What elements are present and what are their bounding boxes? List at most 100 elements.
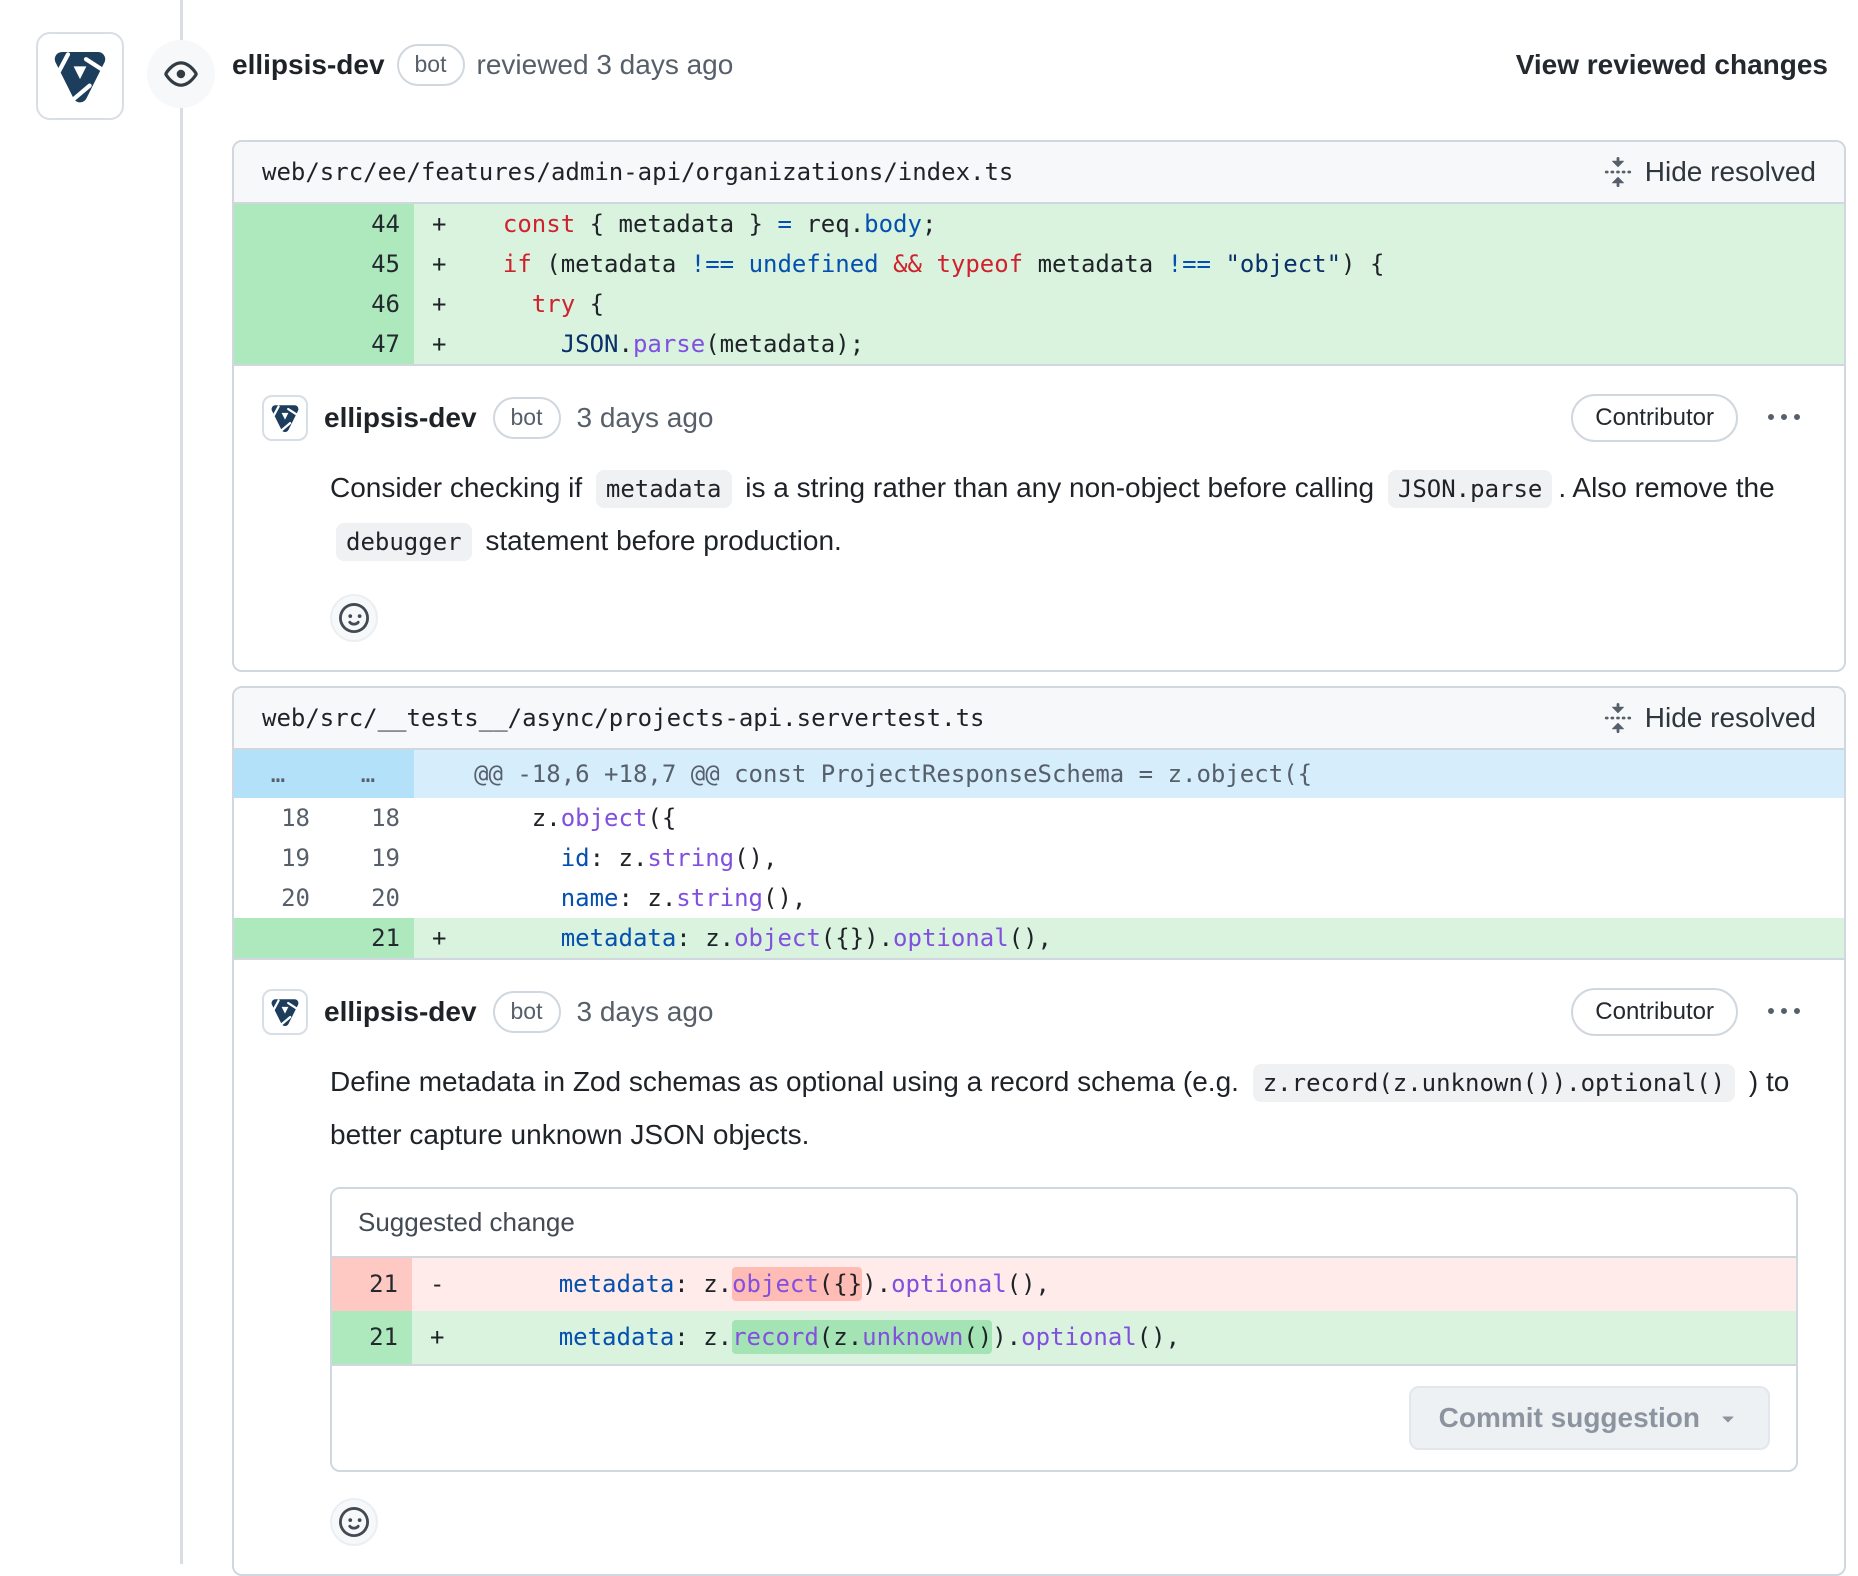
kebab-horizontal-icon	[1768, 402, 1800, 434]
comment-text: Define metadata in Zod schemas as option…	[330, 1066, 1247, 1097]
line-number[interactable]: 44	[324, 204, 414, 244]
comment-timestamp[interactable]: 3 days ago	[577, 402, 714, 434]
line-number[interactable]	[234, 204, 324, 244]
code-line: const { metadata } = req.body;	[474, 204, 1844, 244]
add-reaction-button[interactable]	[330, 1498, 378, 1546]
code-token: (),	[1137, 1323, 1180, 1351]
code-line: id: z.string(),	[474, 838, 1844, 878]
code-line: z.object({	[474, 798, 1844, 838]
code-token: undefined	[749, 250, 879, 278]
code-token: !==	[1168, 250, 1211, 278]
code-token: object	[734, 924, 821, 952]
hide-resolved-label: Hide resolved	[1645, 702, 1816, 734]
code-token	[734, 250, 748, 278]
suggested-change-title: Suggested change	[332, 1189, 1796, 1258]
kebab-menu-button[interactable]	[1764, 992, 1804, 1032]
hunk-dots: …	[324, 750, 414, 798]
line-number: 21	[332, 1258, 412, 1311]
code-token: optional	[1021, 1323, 1137, 1351]
line-number[interactable]: 18	[324, 798, 414, 838]
review-action-text: reviewed 3 days ago	[477, 49, 734, 81]
review-header: ellipsis-dev bot reviewed 3 days ago Vie…	[0, 0, 1858, 130]
diff-row: 21+ metadata: z.object({}).optional(),	[234, 918, 1844, 958]
view-reviewed-changes-link[interactable]: View reviewed changes	[1516, 0, 1828, 130]
avatar[interactable]	[36, 32, 124, 120]
code-token	[472, 1270, 559, 1298]
code-token: (),	[734, 844, 777, 872]
code-token: (),	[1009, 924, 1052, 952]
line-number-gutter: 45	[234, 244, 414, 284]
code-token: record	[732, 1323, 819, 1351]
code-token: (),	[763, 884, 806, 912]
code-token: z.	[474, 804, 561, 832]
code-token	[474, 250, 503, 278]
diff-sign	[414, 798, 474, 838]
code-token	[474, 844, 561, 872]
code-token: &&	[893, 250, 922, 278]
code-token: typeof	[936, 250, 1023, 278]
hunk-gutter: ……	[234, 750, 414, 798]
timeline-line	[180, 0, 183, 1564]
diff-row: 46+ try {	[234, 284, 1844, 324]
line-number[interactable]: 18	[234, 798, 324, 838]
code-token	[472, 1323, 559, 1351]
suggested-change-block: Suggested change 21- metadata: z.object(…	[330, 1187, 1798, 1472]
code-token	[474, 924, 561, 952]
line-number[interactable]: 45	[324, 244, 414, 284]
line-number[interactable]: 19	[234, 838, 324, 878]
code-token: string	[676, 884, 763, 912]
file-header: web/src/ee/features/admin-api/organizati…	[234, 142, 1844, 204]
code-token: (z.	[819, 1323, 862, 1351]
code-token: {	[575, 290, 604, 318]
hide-resolved-button[interactable]: Hide resolved	[1603, 702, 1816, 734]
code-token: name	[561, 884, 619, 912]
comment-body: Define metadata in Zod schemas as option…	[330, 1056, 1804, 1161]
code-token: ({}	[819, 1270, 862, 1298]
line-number[interactable]: 46	[324, 284, 414, 324]
code-token: !==	[691, 250, 734, 278]
file-path[interactable]: web/src/ee/features/admin-api/organizati…	[262, 158, 1013, 186]
hunk-text: @@ -18,6 +18,7 @@ const ProjectResponseS…	[474, 750, 1844, 798]
line-number[interactable]: 21	[324, 918, 414, 958]
comment-avatar[interactable]	[262, 989, 308, 1035]
comment-username[interactable]: ellipsis-dev	[324, 996, 477, 1028]
commit-suggestion-button[interactable]: Commit suggestion	[1409, 1386, 1770, 1450]
code-line: name: z.string(),	[474, 878, 1844, 918]
file-path[interactable]: web/src/__tests__/async/projects-api.ser…	[262, 704, 984, 732]
add-reaction-button[interactable]	[330, 594, 378, 642]
line-number-gutter: 2020	[234, 878, 414, 918]
line-number[interactable]: 20	[234, 878, 324, 918]
file-header: web/src/__tests__/async/projects-api.ser…	[234, 688, 1844, 750]
diff-sign: +	[414, 324, 474, 364]
code-token: ).	[862, 1270, 891, 1298]
comment-username[interactable]: ellipsis-dev	[324, 402, 477, 434]
bot-badge: bot	[397, 44, 465, 86]
line-number[interactable]: 47	[324, 324, 414, 364]
code-token: : z.	[676, 924, 734, 952]
code-token	[879, 250, 893, 278]
comment-timestamp[interactable]: 3 days ago	[577, 996, 714, 1028]
code-token	[1211, 250, 1225, 278]
diff-row: 45+ if (metadata !== undefined && typeof…	[234, 244, 1844, 284]
code-token: req.	[792, 210, 864, 238]
code-token: unknown	[862, 1323, 963, 1351]
code-token: parse	[633, 330, 705, 358]
suggestion-diff-row: 21- metadata: z.object({}).optional(),	[332, 1258, 1796, 1311]
smiley-icon	[339, 1507, 369, 1537]
comment-avatar[interactable]	[262, 395, 308, 441]
kebab-menu-button[interactable]	[1764, 398, 1804, 438]
diff-row: 44+ const { metadata } = req.body;	[234, 204, 1844, 244]
code-token: metadata	[1023, 250, 1168, 278]
reviewer-username[interactable]: ellipsis-dev	[232, 49, 385, 81]
line-number[interactable]	[234, 244, 324, 284]
line-number[interactable]	[234, 918, 324, 958]
line-number[interactable]: 20	[324, 878, 414, 918]
bot-badge: bot	[493, 397, 561, 439]
line-number[interactable]: 19	[324, 838, 414, 878]
suggestion-footer: Commit suggestion	[332, 1364, 1796, 1470]
line-number[interactable]	[234, 284, 324, 324]
code-token: "object"	[1225, 250, 1341, 278]
hide-resolved-button[interactable]: Hide resolved	[1603, 156, 1816, 188]
line-number[interactable]	[234, 324, 324, 364]
code-token: (metadata	[532, 250, 691, 278]
